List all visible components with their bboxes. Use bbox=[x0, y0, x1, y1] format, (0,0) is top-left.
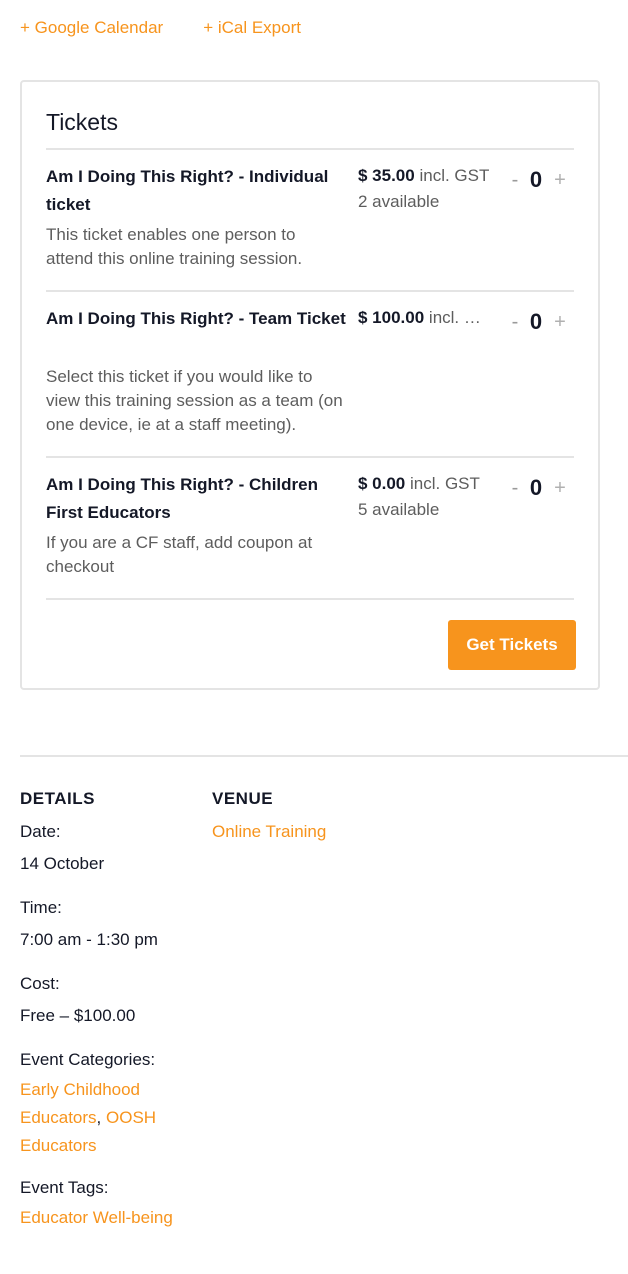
quantity-stepper[interactable]: - 0 + bbox=[508, 309, 578, 335]
details-heading: DETAILS bbox=[20, 789, 95, 808]
decrease-quantity-button[interactable]: - bbox=[508, 169, 522, 192]
divider bbox=[46, 148, 574, 150]
price-suffix: incl. GST bbox=[414, 166, 490, 185]
categories-list: Early Childhood Educators, OOSH Educator… bbox=[20, 1076, 180, 1160]
increase-quantity-button[interactable]: + bbox=[550, 477, 570, 500]
ticket-price: $ 0.00 incl. GST bbox=[358, 471, 504, 497]
price-amount: $ 100.00 bbox=[358, 308, 425, 327]
ticket-description: If you are a CF staff, add coupon at che… bbox=[46, 533, 313, 576]
cost-label: Cost: bbox=[20, 974, 60, 993]
venue-name-container: Online Training bbox=[212, 818, 512, 846]
tags-label: Event Tags: bbox=[20, 1178, 109, 1197]
ticket-row-individual: Am I Doing This Right? - Individual tick… bbox=[46, 163, 576, 293]
increase-quantity-button[interactable]: + bbox=[550, 311, 570, 334]
decrease-quantity-button[interactable]: - bbox=[508, 477, 522, 500]
time-label: Time: bbox=[20, 898, 62, 917]
export-links: + Google Calendar + iCal Export bbox=[20, 18, 301, 38]
price-suffix: incl. … bbox=[424, 308, 481, 327]
ical-export-link[interactable]: + iCal Export bbox=[203, 18, 301, 38]
decrease-quantity-button[interactable]: - bbox=[508, 311, 522, 334]
venue-section: VENUE Online Training bbox=[212, 788, 512, 846]
price-amount: $ 0.00 bbox=[358, 474, 406, 493]
ticket-description: This ticket enables one person to attend… bbox=[46, 225, 303, 268]
ticket-name: Am I Doing This Right? - Children First … bbox=[46, 475, 318, 522]
section-divider bbox=[20, 755, 628, 757]
cost-value: Free – $100.00 bbox=[20, 1006, 136, 1025]
details-section: DETAILS Date: 14 October Time: 7:00 am -… bbox=[20, 788, 200, 1232]
google-calendar-link[interactable]: + Google Calendar bbox=[20, 18, 163, 38]
ticket-availability: 2 available bbox=[358, 192, 440, 211]
get-tickets-button[interactable]: Get Tickets bbox=[448, 620, 576, 670]
ticket-price: $ 100.00 incl. … bbox=[358, 305, 504, 331]
increase-quantity-button[interactable]: + bbox=[550, 169, 570, 192]
ticket-availability: 5 available bbox=[358, 500, 440, 519]
quantity-value[interactable]: 0 bbox=[522, 309, 550, 335]
quantity-stepper[interactable]: - 0 + bbox=[508, 475, 578, 501]
ticket-name: Am I Doing This Right? - Team Ticket bbox=[46, 309, 346, 328]
divider bbox=[46, 456, 574, 458]
divider bbox=[46, 290, 574, 292]
tickets-form: Tickets Am I Doing This Right? - Individ… bbox=[20, 80, 600, 690]
ticket-row-team: Am I Doing This Right? - Team Ticket Sel… bbox=[46, 305, 576, 455]
ticket-price: $ 35.00 incl. GST bbox=[358, 163, 504, 189]
quantity-value[interactable]: 0 bbox=[522, 167, 550, 193]
date-label: Date: bbox=[20, 822, 61, 841]
tag-link[interactable]: Educator Well-being bbox=[20, 1208, 173, 1227]
quantity-value[interactable]: 0 bbox=[522, 475, 550, 501]
time-value: 7:00 am - 1:30 pm bbox=[20, 930, 158, 949]
ticket-name: Am I Doing This Right? - Individual tick… bbox=[46, 167, 329, 214]
quantity-stepper[interactable]: - 0 + bbox=[508, 167, 578, 193]
categories-label: Event Categories: bbox=[20, 1050, 156, 1069]
ticket-row-children-first: Am I Doing This Right? - Children First … bbox=[46, 471, 576, 591]
venue-heading: VENUE bbox=[212, 789, 274, 808]
category-separator: , bbox=[96, 1108, 106, 1127]
price-suffix: incl. GST bbox=[405, 474, 480, 493]
venue-link[interactable]: Online Training bbox=[212, 822, 326, 841]
tags-list: Educator Well-being bbox=[20, 1204, 200, 1232]
divider bbox=[46, 598, 574, 600]
date-value: 14 October bbox=[20, 854, 105, 873]
ticket-description: Select this ticket if you would like to … bbox=[46, 367, 343, 434]
tickets-title: Tickets bbox=[46, 109, 118, 135]
price-amount: $ 35.00 bbox=[358, 166, 415, 185]
